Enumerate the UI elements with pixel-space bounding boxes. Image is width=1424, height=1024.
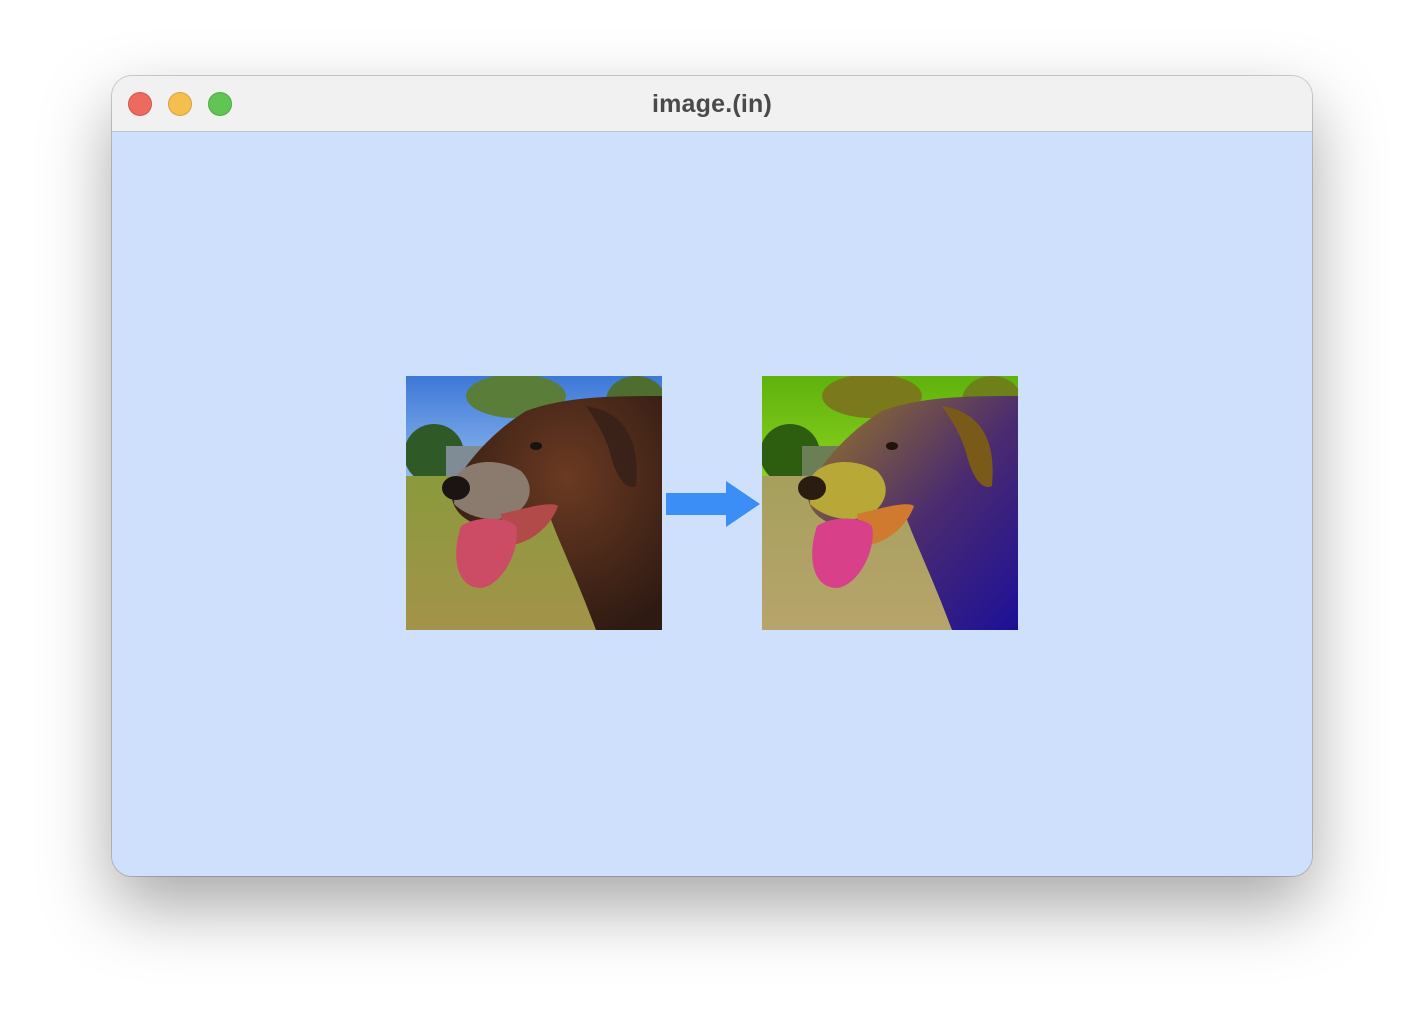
app-window: image.(in) xyxy=(112,76,1312,876)
canvas-area xyxy=(112,132,1312,876)
transform-arrow xyxy=(666,481,760,527)
input-image xyxy=(406,376,662,630)
title-bar[interactable]: image.(in) xyxy=(112,76,1312,132)
window-title: image.(in) xyxy=(651,90,773,118)
dog-photo-original-icon xyxy=(406,376,662,630)
output-image xyxy=(762,376,1018,630)
right-arrow-icon xyxy=(666,481,760,527)
dog-photo-color-shifted-icon xyxy=(762,376,1018,630)
